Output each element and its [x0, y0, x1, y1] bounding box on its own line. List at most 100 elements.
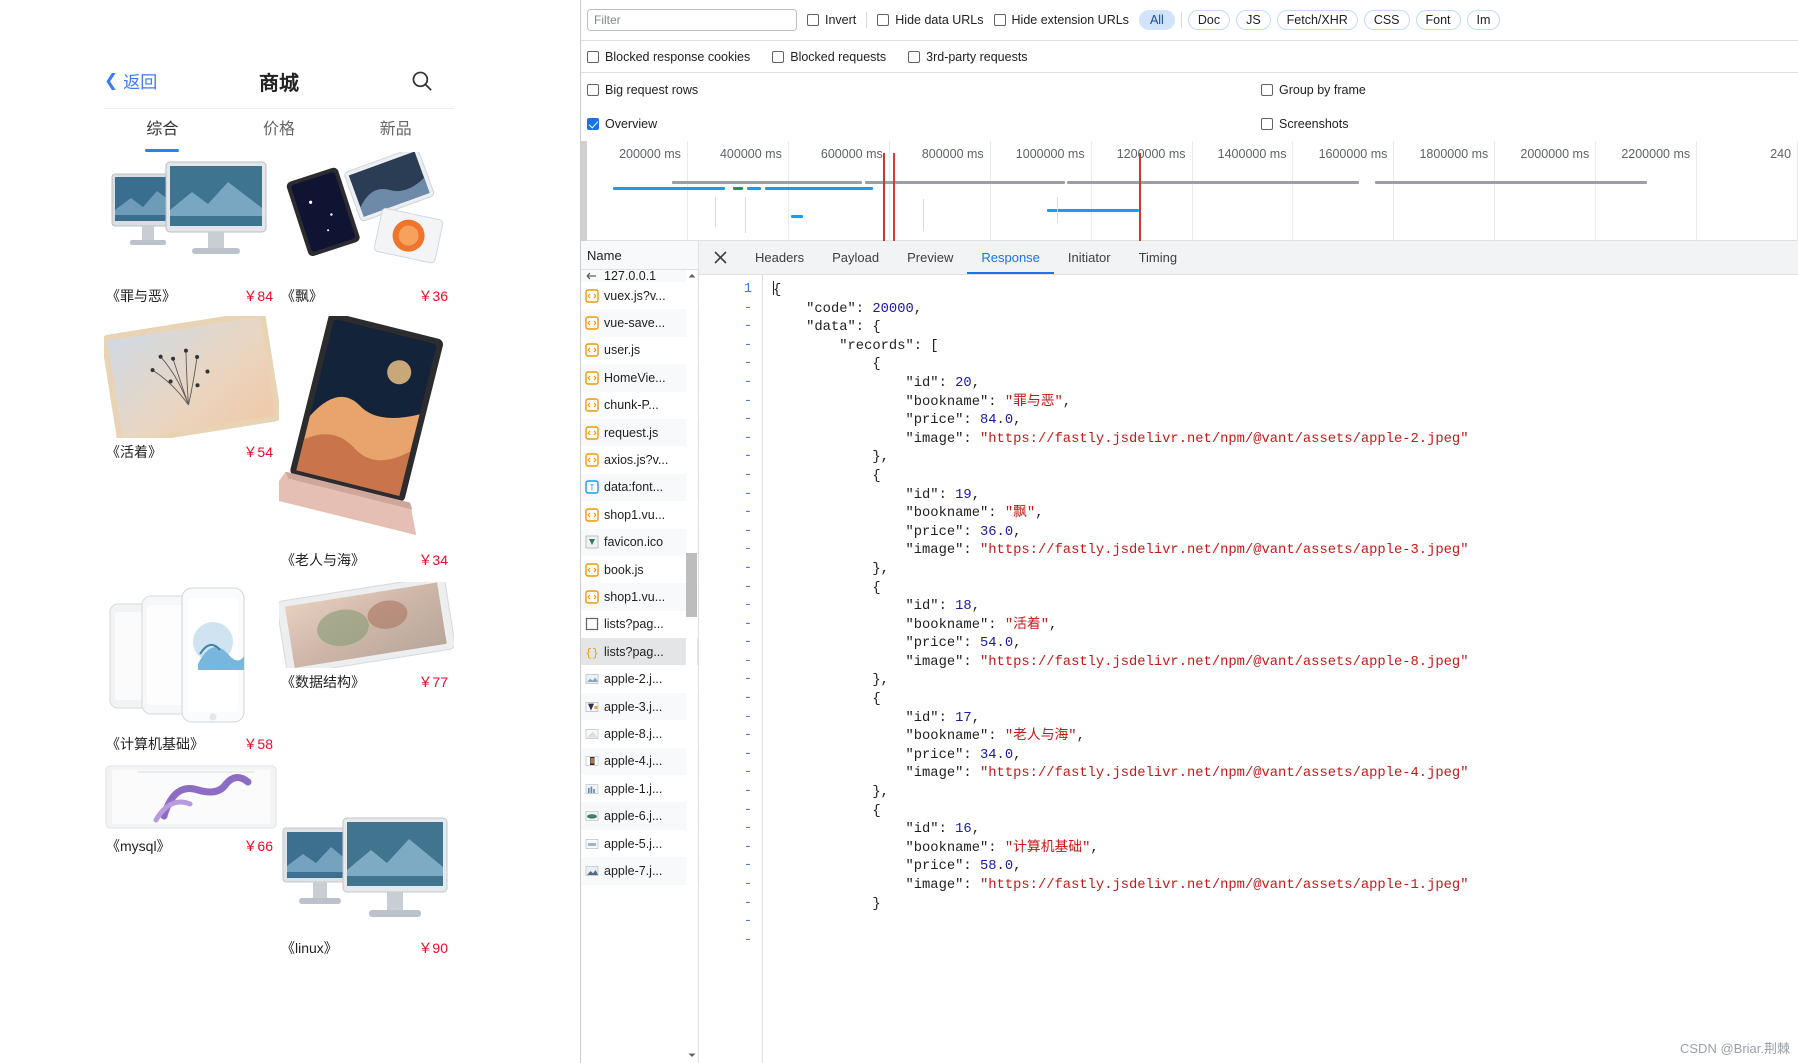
checkbox-overview[interactable]: Overview: [587, 117, 657, 131]
dom-content-loaded-marker: [883, 153, 885, 241]
list-item[interactable]: apple-4.j...: [581, 747, 698, 776]
goods-card[interactable]: 《计算机基础》 ￥58: [104, 580, 279, 764]
overview-tick: 240: [1697, 141, 1798, 241]
chip-js[interactable]: JS: [1236, 10, 1271, 30]
checkbox-blocked-requests[interactable]: Blocked requests: [772, 50, 886, 64]
tab-initiator[interactable]: Initiator: [1054, 241, 1125, 274]
list-item[interactable]: chunk-P...: [581, 392, 698, 419]
goods-card[interactable]: 《罪与恶》 ￥84: [104, 152, 279, 316]
tab-payload[interactable]: Payload: [818, 241, 893, 274]
back-button[interactable]: ❮ 返回: [104, 68, 157, 93]
checkbox-hide-extension-urls[interactable]: Hide extension URLs: [993, 13, 1129, 27]
list-item[interactable]: user.js: [581, 337, 698, 364]
goods-card[interactable]: 《活着》 ￥54: [104, 316, 279, 580]
list-item[interactable]: 127.0.0.1: [581, 270, 698, 282]
tab-timing[interactable]: Timing: [1125, 241, 1192, 274]
checkbox-invert[interactable]: Invert: [807, 13, 856, 27]
request-rows[interactable]: 127.0.0.1 vuex.js?v... vue-save... user.…: [581, 270, 698, 1063]
list-item[interactable]: apple-6.j...: [581, 802, 698, 830]
doc-icon: [585, 617, 599, 631]
list-item-selected[interactable]: {} lists?pag...: [581, 638, 698, 666]
goods-card[interactable]: 《mysql》 ￥66: [104, 764, 279, 968]
list-item-label: HomeVie...: [604, 370, 666, 385]
list-item[interactable]: vue-save...: [581, 309, 698, 337]
filter-input[interactable]: [587, 9, 797, 31]
list-item[interactable]: shop1.vu...: [581, 583, 698, 611]
chip-fetch-xhr[interactable]: Fetch/XHR: [1276, 10, 1358, 30]
list-item[interactable]: lists?pag...: [581, 611, 698, 638]
chip-doc[interactable]: Doc: [1187, 10, 1231, 30]
list-item-label: axios.js?v...: [604, 453, 669, 468]
checkbox-box[interactable]: [587, 84, 599, 96]
chip-font[interactable]: Font: [1415, 10, 1461, 30]
list-item[interactable]: apple-5.j...: [581, 830, 698, 857]
network-overview-timeline[interactable]: 200000 ms 400000 ms 600000 ms 800000 ms …: [581, 141, 1798, 241]
list-item[interactable]: apple-3.j...: [581, 692, 698, 721]
tab-response[interactable]: Response: [967, 241, 1054, 274]
request-list-header[interactable]: Name: [581, 241, 698, 270]
tick-label: 2000000 ms: [1520, 147, 1590, 161]
list-item[interactable]: book.js: [581, 556, 698, 583]
checkbox-box[interactable]: [908, 50, 921, 63]
product-image-tablet-trio: [279, 152, 454, 282]
scroll-down-arrow-icon[interactable]: [686, 1049, 698, 1061]
goods-card[interactable]: 《数据结构》 ￥77: [279, 580, 454, 764]
checkbox-big-request-rows[interactable]: Big request rows: [587, 83, 698, 97]
search-icon[interactable]: [409, 68, 435, 94]
list-item[interactable]: request.js: [581, 418, 698, 447]
checkbox-box[interactable]: [772, 50, 785, 63]
checkbox-box[interactable]: [587, 118, 599, 130]
overview-tick: 2000000 ms: [1495, 141, 1597, 241]
checkbox-group-by-frame[interactable]: Group by frame: [1261, 83, 1366, 97]
scroll-up-arrow-icon[interactable]: [686, 270, 698, 282]
close-icon[interactable]: [707, 245, 733, 271]
tab-headers[interactable]: Headers: [741, 241, 818, 274]
chip-css[interactable]: CSS: [1363, 10, 1410, 30]
list-item[interactable]: apple-7.j...: [581, 857, 698, 885]
goods-row: 《罪与恶》 ￥84 《飘》 ￥36: [104, 152, 454, 316]
list-item[interactable]: axios.js?v...: [581, 446, 698, 473]
chip-img[interactable]: Im: [1466, 10, 1501, 30]
response-body[interactable]: 1----------------------------------- { "…: [699, 275, 1798, 1063]
js-icon: [585, 453, 599, 467]
list-item[interactable]: apple-1.j...: [581, 775, 698, 802]
list-item[interactable]: favicon.ico: [581, 528, 698, 556]
goods-card[interactable]: 《飘》 ￥36: [279, 152, 454, 316]
checkbox-box[interactable]: [1261, 84, 1273, 96]
goods-meta: 《老人与海》 ￥34: [279, 546, 454, 580]
chip-all[interactable]: All: [1138, 10, 1175, 30]
goods-card[interactable]: 《老人与海》 ￥34: [279, 316, 454, 580]
checkbox-box[interactable]: [993, 14, 1006, 26]
checkbox-box[interactable]: [807, 14, 819, 26]
back-arrow-icon: [585, 270, 599, 282]
tab-new[interactable]: 新品: [337, 112, 454, 152]
tab-preview[interactable]: Preview: [893, 241, 967, 274]
goods-card[interactable]: 《linux》 ￥90: [279, 764, 454, 968]
tab-price[interactable]: 价格: [221, 112, 338, 152]
list-item[interactable]: apple-8.j...: [581, 720, 698, 747]
list-item[interactable]: apple-2.j...: [581, 665, 698, 692]
request-list-scroll-thumb[interactable]: [686, 553, 697, 617]
list-item[interactable]: vuex.js?v...: [581, 282, 698, 309]
checkbox-box[interactable]: [877, 14, 890, 26]
checkbox-hide-data-urls[interactable]: Hide data URLs: [877, 13, 984, 27]
image-icon: [585, 782, 599, 796]
list-item[interactable]: HomeVie...: [581, 364, 698, 392]
checkbox-blocked-response-cookies[interactable]: Blocked response cookies: [587, 50, 750, 64]
list-item[interactable]: shop1.vu...: [581, 501, 698, 528]
overview-bar: [733, 187, 743, 190]
tab-comprehensive[interactable]: 综合: [104, 112, 221, 152]
goods-meta: 《罪与恶》 ￥84: [104, 282, 279, 316]
overview-bar: [613, 187, 675, 190]
js-icon: [585, 371, 599, 385]
response-json-code[interactable]: { "code": 20000, "data": { "records": [ …: [763, 275, 1798, 1063]
overview-track[interactable]: 200000 ms 400000 ms 600000 ms 800000 ms …: [587, 141, 1798, 241]
overview-bar: [672, 181, 862, 184]
checkbox-box[interactable]: [1261, 118, 1273, 130]
checkbox-3rd-party-requests[interactable]: 3rd-party requests: [908, 50, 1028, 64]
tick-label: 1600000 ms: [1318, 147, 1388, 161]
request-list-scrollbar[interactable]: [686, 270, 697, 1063]
checkbox-box[interactable]: [587, 50, 599, 63]
checkbox-screenshots[interactable]: Screenshots: [1261, 117, 1348, 131]
list-item[interactable]: T data:font...: [581, 473, 698, 502]
